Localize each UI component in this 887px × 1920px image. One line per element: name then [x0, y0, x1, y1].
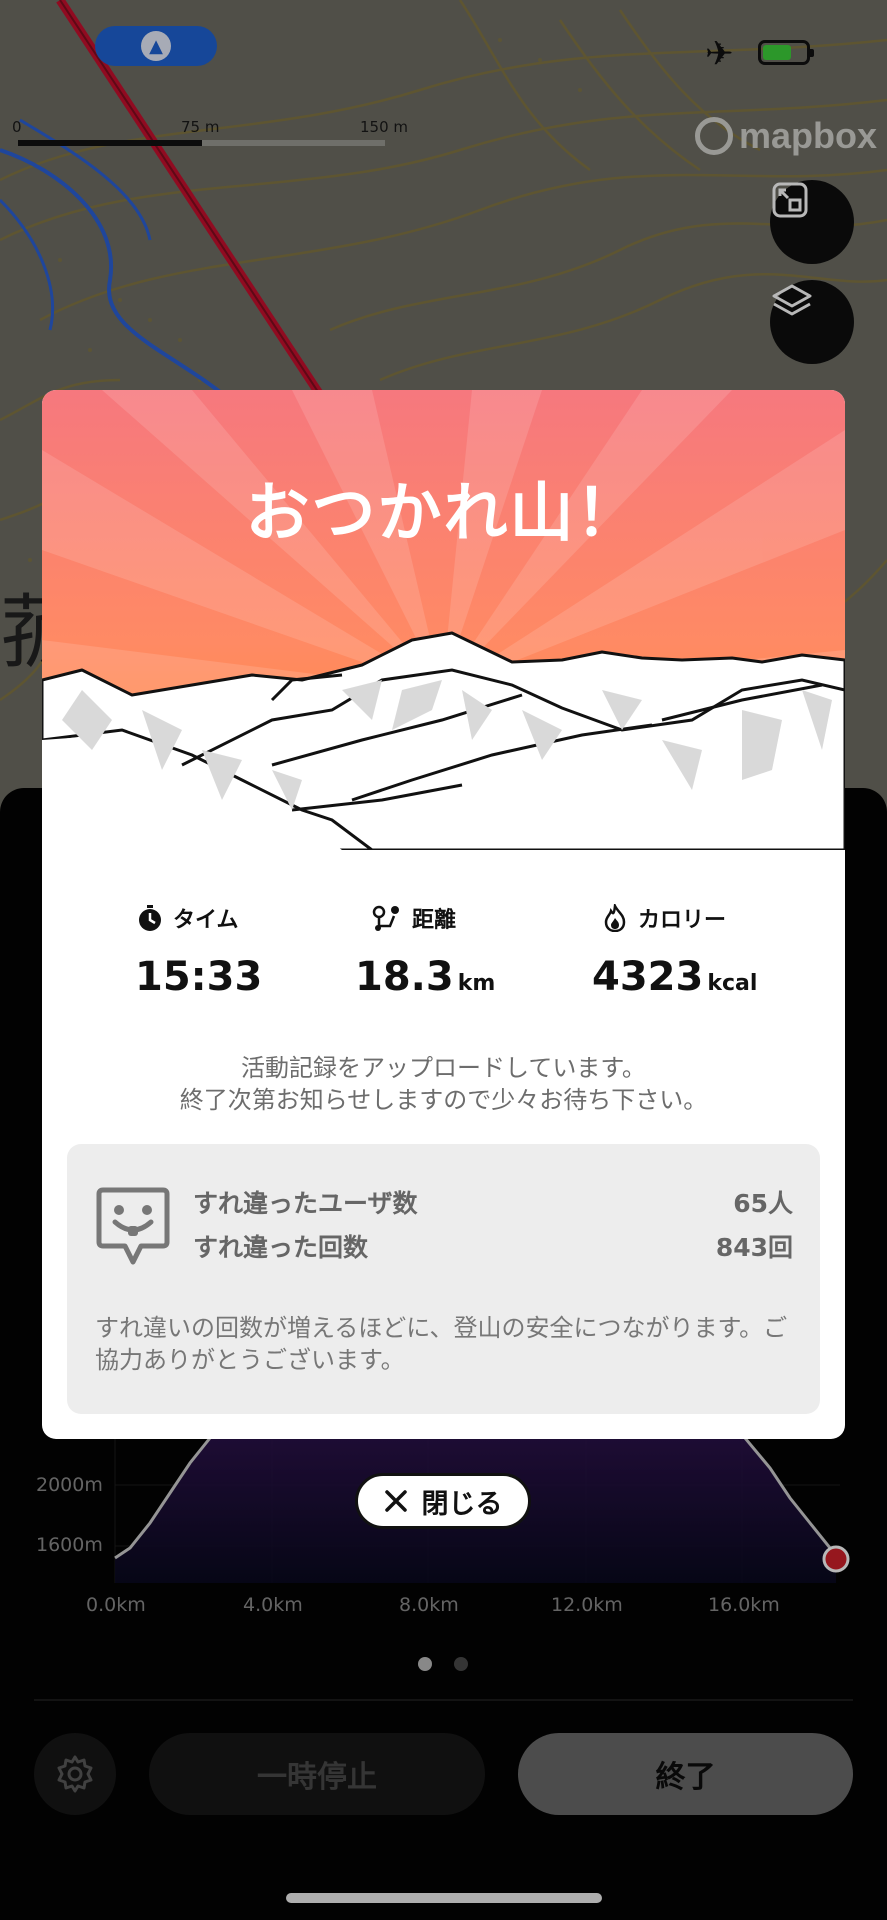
close-button-label: 閉じる — [421, 1488, 503, 1520]
encounter-times-value: 843回 — [715, 1233, 793, 1262]
encounter-times-row: すれ違った回数 843回 — [193, 1228, 793, 1264]
encounter-users-row: すれ違ったユーザ数 65人 — [193, 1184, 793, 1220]
close-button[interactable]: 閉じる — [355, 1473, 531, 1529]
encounter-users-label: すれ違ったユーザ数 — [193, 1189, 418, 1218]
stat-time-value: 15:33 — [135, 954, 263, 1000]
stat-time-label: タイム — [173, 908, 239, 933]
encounter-box: すれ違ったユーザ数 65人 すれ違った回数 843回 すれ違いの回数が増えるほど… — [67, 1144, 820, 1414]
stopwatch-icon — [139, 905, 161, 931]
stat-distance-label: 距離 — [412, 908, 457, 933]
close-icon — [384, 1490, 407, 1512]
activity-summary-modal: おつかれ山！ タイム 15:33 距離 18.3 km カロリー 4323 kc… — [42, 390, 845, 1439]
summary-title: おつかれ山！ — [245, 477, 642, 551]
stat-calories-value: 4323 kcal — [592, 954, 758, 1000]
stat-calories: カロリー — [602, 902, 726, 934]
stat-calories-label: カロリー — [638, 908, 727, 933]
mountain-banner — [42, 390, 845, 850]
encounter-note: すれ違いの回数が増えるほどに、登山の安全につながります。ご協力ありがとうございま… — [95, 1314, 788, 1374]
upload-message-line1: 活動記録をアップロードしています。 — [241, 1054, 646, 1082]
route-icon — [372, 905, 399, 931]
upload-message-line2: 終了次第お知らせしますので少々お待ち下さい。 — [179, 1086, 708, 1114]
upload-message: 活動記録をアップロードしています。 終了次第お知らせしますので少々お待ち下さい。 — [42, 1052, 845, 1116]
encounter-face-icon — [96, 1187, 170, 1265]
encounter-users-value: 65人 — [733, 1189, 793, 1218]
flame-icon — [604, 904, 626, 932]
stat-time: タイム — [137, 902, 239, 934]
stat-distance-value: 18.3 km — [355, 954, 496, 1000]
stat-distance: 距離 — [372, 902, 456, 934]
encounter-times-label: すれ違った回数 — [193, 1233, 369, 1262]
